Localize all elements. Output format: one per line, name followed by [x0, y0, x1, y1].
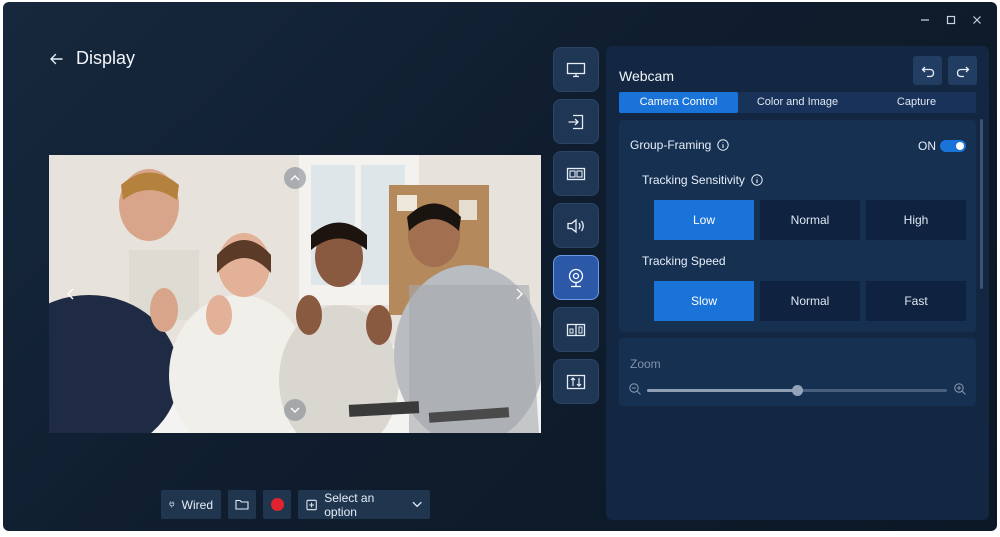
rail-monitor[interactable]	[553, 47, 599, 92]
tracking-sensitivity-options: Low Normal High	[654, 200, 966, 240]
webcam-icon	[568, 268, 584, 287]
rail-picture-in-picture[interactable]	[553, 151, 599, 196]
group-framing-label: Group-Framing	[630, 138, 712, 152]
option-select[interactable]: Select an option	[298, 490, 430, 519]
open-folder-button[interactable]	[228, 490, 256, 519]
speed-normal-button[interactable]: Normal	[760, 281, 860, 321]
split-screen-icon	[566, 323, 586, 336]
tracking-sensitivity-label: Tracking Sensitivity	[642, 173, 745, 187]
redo-button[interactable]	[948, 56, 977, 85]
minimize-button[interactable]	[919, 14, 931, 28]
group-framing-toggle[interactable]	[940, 140, 966, 152]
zoom-label: Zoom	[630, 357, 661, 371]
tracking-sensitivity-row: Tracking Sensitivity	[642, 173, 763, 187]
sensitivity-normal-button[interactable]: Normal	[760, 200, 860, 240]
capture-add-icon	[306, 499, 317, 510]
panel-tabs: Camera Control Color and Image Capture	[619, 92, 976, 113]
pan-down-button[interactable]	[284, 399, 306, 421]
minimize-icon	[921, 19, 929, 21]
panel-title: Webcam	[619, 68, 674, 84]
info-icon[interactable]	[751, 174, 763, 186]
rail-webcam[interactable]	[553, 255, 599, 300]
undo-button[interactable]	[913, 56, 942, 85]
tab-camera-control[interactable]: Camera Control	[619, 92, 738, 113]
zoom-in-icon[interactable]	[953, 382, 967, 396]
camera-preview	[49, 155, 541, 433]
record-icon	[270, 498, 284, 511]
redo-icon	[956, 66, 969, 77]
group-framing-row: Group-Framing	[630, 138, 730, 152]
input-icon	[568, 114, 584, 129]
tab-color-and-image[interactable]: Color and Image	[738, 92, 857, 113]
speed-fast-button[interactable]: Fast	[866, 281, 966, 321]
info-icon[interactable]	[717, 139, 730, 151]
webcam-panel: Webcam Camera Control Color and Image Ca…	[606, 46, 989, 520]
zoom-out-icon[interactable]	[628, 382, 642, 396]
wired-label: Wired	[181, 497, 213, 512]
page-header: Display	[48, 48, 135, 69]
rail-sort[interactable]	[553, 359, 599, 404]
chevron-down-icon	[290, 407, 300, 413]
maximize-button[interactable]	[945, 14, 957, 28]
zoom-section: Zoom	[619, 338, 976, 406]
close-button[interactable]	[971, 14, 983, 28]
chevron-down-icon	[412, 501, 422, 508]
chevron-right-icon	[516, 288, 523, 300]
plug-icon	[169, 501, 175, 508]
zoom-slider[interactable]	[647, 385, 947, 396]
speed-slow-button[interactable]: Slow	[654, 281, 754, 321]
sort-icon	[566, 374, 586, 389]
sensitivity-low-button[interactable]: Low	[654, 200, 754, 240]
group-framing-state: ON	[918, 139, 936, 153]
page-title: Display	[76, 48, 136, 68]
arrow-left-icon	[50, 53, 63, 64]
folder-icon	[235, 499, 249, 510]
chevron-left-icon	[66, 288, 73, 300]
close-icon	[973, 16, 981, 24]
record-button[interactable]	[263, 490, 291, 519]
speaker-icon	[567, 218, 584, 233]
sensitivity-high-button[interactable]: High	[866, 200, 966, 240]
undo-icon	[921, 66, 934, 77]
pan-right-button[interactable]	[510, 283, 528, 305]
webcam-feed-image	[49, 155, 541, 433]
settings-rail	[553, 47, 599, 404]
panel-scrollbar[interactable]	[980, 119, 983, 289]
monitor-icon	[566, 62, 586, 77]
tracking-speed-label: Tracking Speed	[642, 254, 726, 268]
pan-left-button[interactable]	[61, 283, 79, 305]
maximize-icon	[946, 15, 956, 25]
zoom-slider-handle[interactable]	[792, 385, 803, 396]
chevron-up-icon	[290, 175, 300, 181]
window-controls	[919, 14, 983, 28]
pan-up-button[interactable]	[284, 167, 306, 189]
back-button[interactable]	[48, 51, 64, 67]
wired-button[interactable]: Wired	[161, 490, 221, 519]
picture-in-picture-icon	[566, 167, 586, 180]
group-framing-section: Group-Framing ON Tracking Sensitivity Lo…	[619, 120, 976, 332]
rail-split-screen[interactable]	[553, 307, 599, 352]
toggle-knob	[956, 142, 964, 150]
option-select-label: Select an option	[324, 490, 375, 519]
app-window: Display Wired Select an option Webcam Ca…	[3, 2, 997, 531]
rail-audio[interactable]	[553, 203, 599, 248]
tab-capture[interactable]: Capture	[857, 92, 976, 113]
bottom-toolbar: Wired Select an option	[161, 490, 430, 519]
tracking-speed-options: Slow Normal Fast	[654, 281, 966, 321]
zoom-slider-fill	[647, 389, 797, 392]
rail-input[interactable]	[553, 99, 599, 144]
